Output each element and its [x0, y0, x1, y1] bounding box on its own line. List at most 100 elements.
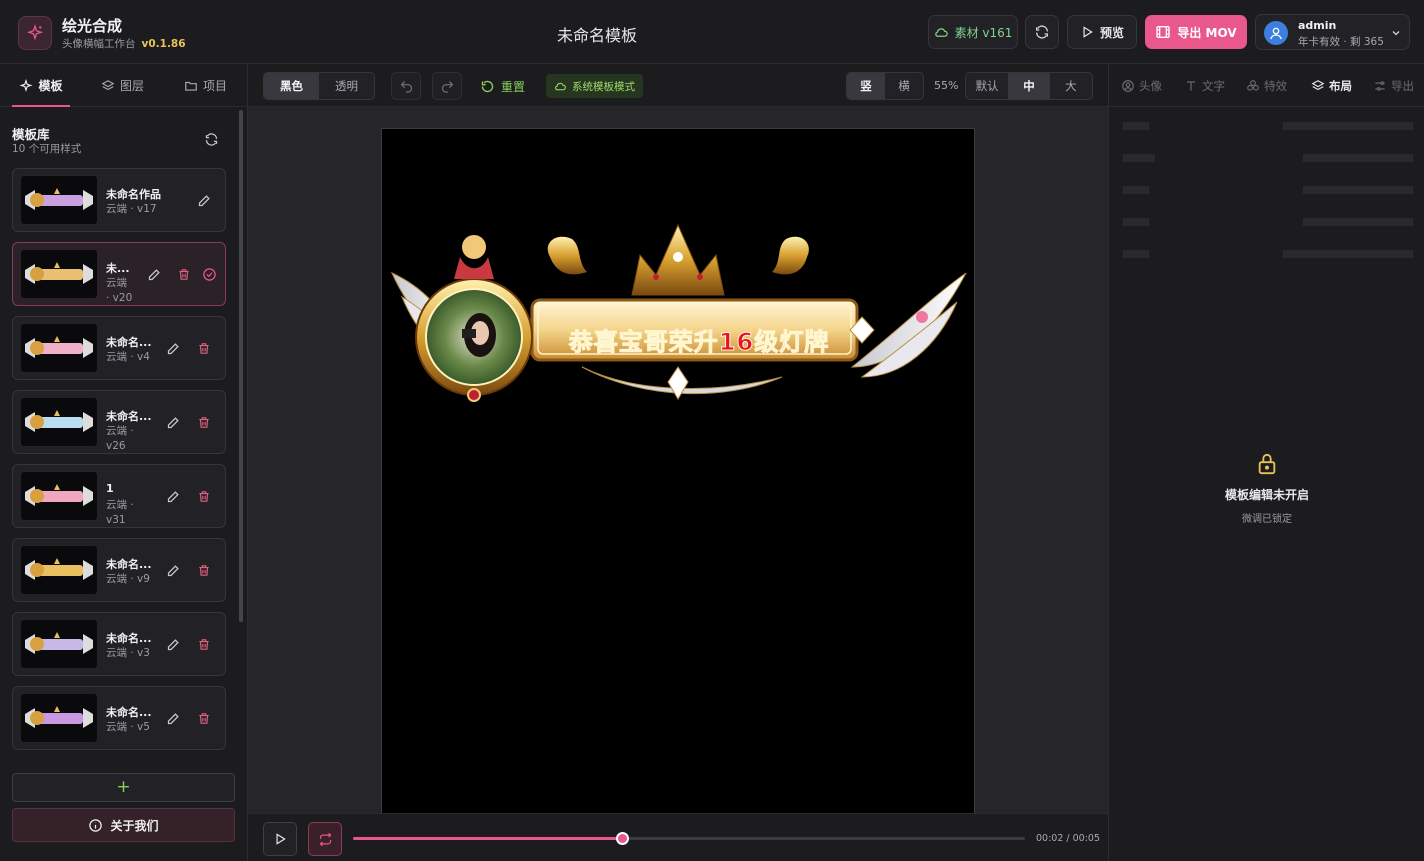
trash-icon[interactable]: [197, 415, 211, 430]
tab-projects[interactable]: 项目: [184, 64, 227, 107]
effects-icon: [1247, 79, 1259, 91]
export-label: 导出 MOV: [1177, 25, 1237, 40]
scrollbar[interactable]: [239, 110, 243, 622]
orientation-landscape[interactable]: 横: [885, 73, 923, 99]
template-name: 未命名...: [106, 632, 152, 645]
template-meta-line: 云端 · v3: [106, 647, 150, 659]
orientation-portrait[interactable]: 竖: [847, 73, 885, 99]
refresh-icon[interactable]: [204, 132, 219, 147]
tab-text[interactable]: 文字: [1184, 64, 1225, 107]
trash-icon[interactable]: [197, 711, 211, 726]
time-display: 00:02 / 00:05: [1036, 833, 1101, 844]
locked-title: 模板编辑未开启: [1224, 488, 1309, 502]
edit-icon[interactable]: [166, 711, 181, 726]
undo-icon: [400, 80, 412, 93]
edit-icon[interactable]: [166, 563, 181, 578]
trash-icon[interactable]: [197, 341, 211, 356]
text-icon: [1186, 80, 1196, 91]
banner-text: 恭喜宝哥荣升16级灯牌: [554, 322, 844, 357]
about-button[interactable]: 关于我们: [12, 808, 235, 842]
tab-avatar[interactable]: 头像: [1121, 64, 1162, 107]
add-template-button[interactable]: +: [12, 773, 235, 802]
template-meta: 云端 · v17: [106, 202, 157, 217]
template-card[interactable]: 1 云端 · v31: [12, 464, 226, 528]
template-meta: 云端 · v5: [106, 720, 150, 735]
reset-button[interactable]: 重置: [480, 72, 525, 100]
template-name: 未命名...: [106, 558, 152, 571]
template-thumbnail: [21, 250, 97, 298]
user-icon: [1270, 27, 1282, 40]
cloud-icon: [934, 27, 948, 37]
template-name: 未命名...: [106, 336, 152, 349]
trash-icon[interactable]: [197, 563, 211, 578]
template-card[interactable]: 未... 云端 · v20: [12, 242, 226, 306]
timeline-track[interactable]: [353, 832, 1025, 845]
template-card[interactable]: 未命名... 云端 · v3: [12, 612, 226, 676]
trash-icon[interactable]: [177, 267, 191, 282]
trash-icon[interactable]: [197, 489, 211, 504]
template-card[interactable]: 未命名... 云端 · v9: [12, 538, 226, 602]
export-mov-button[interactable]: 导出 MOV: [1145, 15, 1247, 49]
template-thumbnail: [21, 176, 97, 224]
template-thumbnail: [21, 398, 97, 446]
loop-button[interactable]: [308, 822, 342, 856]
dragon-left: [547, 236, 587, 275]
tab-label: 模板: [38, 79, 63, 93]
tab-export[interactable]: 导出: [1373, 64, 1414, 107]
system-template-mode[interactable]: 系统模板模式: [546, 74, 643, 98]
user-plan-info: 年卡有效 · 剩 365: [1298, 36, 1384, 48]
redo-button[interactable]: [432, 72, 462, 100]
playback-bar: 00:02 / 00:05: [248, 813, 1108, 861]
sync-button[interactable]: [1025, 15, 1059, 49]
timeline-handle[interactable]: [615, 832, 629, 845]
film-icon: [1156, 26, 1171, 38]
tab-layers[interactable]: 图层: [101, 64, 144, 107]
tab-templates[interactable]: 模板: [12, 64, 70, 107]
tab-label: 图层: [120, 79, 145, 93]
template-list: 未命名作品 云端 · v17 未... 云端 · v20 未命名... 云端 · v4 未命名…: [12, 168, 226, 818]
template-card[interactable]: 未命名... 云端 · v4: [12, 316, 226, 380]
edit-icon[interactable]: [166, 489, 181, 504]
template-meta: 云端 · v31: [106, 498, 134, 528]
preview-canvas[interactable]: 恭喜宝哥荣升16级灯牌: [381, 128, 975, 813]
size-large[interactable]: 大: [1050, 73, 1092, 99]
undo-button[interactable]: [391, 72, 421, 100]
material-button[interactable]: 素材 v161: [928, 15, 1018, 49]
tab-layout[interactable]: 布局: [1311, 64, 1352, 107]
app-window: 绘光合成 头像横幅工作台 v0.1.86 未命名模板 素材 v161 预览 导出 …: [0, 0, 1424, 861]
edit-icon[interactable]: [166, 637, 181, 652]
reset-label: 重置: [501, 79, 526, 94]
size-default[interactable]: 默认: [966, 73, 1008, 99]
template-card[interactable]: 未命名作品 云端 · v17: [12, 168, 226, 232]
check-circle-icon[interactable]: [202, 267, 217, 282]
trash-icon[interactable]: [197, 637, 211, 652]
template-card[interactable]: 未命名... 云端 · v26: [12, 390, 226, 454]
current-time: 00:02: [1036, 833, 1064, 844]
edit-icon[interactable]: [166, 341, 181, 356]
layers-icon: [101, 79, 115, 90]
user-menu[interactable]: admin 年卡有效 · 剩 365: [1255, 14, 1410, 50]
template-card[interactable]: 未命名... 云端 · v5: [12, 686, 226, 750]
template-name: 未命名作品: [106, 188, 161, 201]
redo-icon: [441, 80, 453, 93]
play-icon: [276, 833, 286, 845]
plus-icon: +: [116, 777, 131, 797]
edit-icon[interactable]: [147, 267, 162, 282]
play-button[interactable]: [263, 822, 297, 856]
tab-effects[interactable]: 特效: [1246, 64, 1287, 107]
cloud-icon: [555, 82, 566, 90]
template-thumbnail: [21, 472, 97, 520]
template-name: 未...: [106, 262, 130, 275]
top-header: 绘光合成 头像横幅工作台 v0.1.86 未命名模板 素材 v161 预览 导出 …: [0, 0, 1424, 64]
edit-icon[interactable]: [197, 193, 212, 208]
left-panel: 模板 图层 项目 模板库 10 个可用样式 未命名作品 云端 · v17 未... 云…: [0, 64, 248, 861]
ghost-row: [1123, 122, 1413, 154]
template-meta: 云端 · v20: [106, 276, 132, 306]
preview-button[interactable]: 预览: [1067, 15, 1137, 49]
bg-transparent-option[interactable]: 透明: [319, 73, 374, 99]
locked-subtitle: 微调已锁定: [1242, 514, 1292, 525]
edit-icon[interactable]: [166, 415, 181, 430]
bg-black-option[interactable]: 黑色: [264, 73, 319, 99]
size-medium[interactable]: 中: [1008, 73, 1050, 99]
preview-label: 预览: [1099, 25, 1124, 40]
